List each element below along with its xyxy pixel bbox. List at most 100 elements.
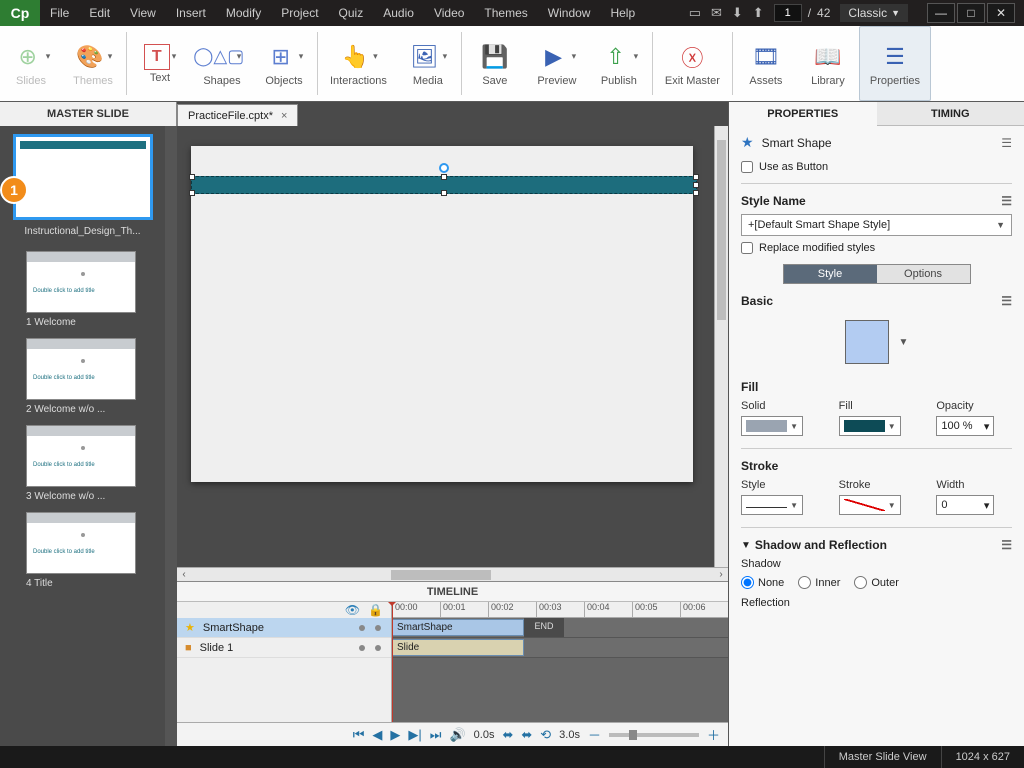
use-as-button-checkbox[interactable]: Use as Button bbox=[741, 161, 1012, 173]
mail-icon[interactable]: ✉ bbox=[711, 5, 722, 21]
opacity-input[interactable]: 100 %▾ bbox=[936, 416, 994, 436]
resize-handle[interactable] bbox=[189, 174, 195, 180]
resize-handle[interactable] bbox=[441, 190, 447, 196]
tl-sound-icon[interactable]: 🔊 bbox=[449, 727, 465, 743]
panel-menu-icon[interactable]: ☰ bbox=[1001, 194, 1012, 208]
panel-menu-icon[interactable]: ☰ bbox=[1001, 538, 1012, 552]
tab-timing[interactable]: TIMING bbox=[877, 102, 1024, 126]
style-name-select[interactable]: +[Default Smart Shape Style]▼ bbox=[741, 214, 1012, 236]
timeline-track[interactable]: SmartShape END bbox=[392, 618, 728, 638]
maximize-button[interactable]: □ bbox=[957, 3, 985, 23]
menu-edit[interactable]: Edit bbox=[79, 6, 120, 20]
fill-color-select[interactable]: ▼ bbox=[839, 416, 901, 436]
tl-snap-icon[interactable]: ⬌ bbox=[502, 727, 513, 743]
tab-properties[interactable]: PROPERTIES bbox=[729, 102, 877, 126]
tl-loop-icon[interactable]: ⟲ bbox=[540, 727, 551, 743]
canvas-viewport[interactable] bbox=[185, 140, 712, 567]
slide-scrollbar[interactable] bbox=[165, 126, 177, 746]
ribbon-objects[interactable]: ⊞▾ Objects bbox=[253, 26, 315, 101]
child-slide-thumb[interactable]: Double click to add title3 Welcome w/o .… bbox=[26, 425, 159, 502]
tl-play-icon[interactable]: ▶ bbox=[390, 727, 400, 743]
close-icon[interactable]: × bbox=[281, 110, 287, 122]
document-tab[interactable]: PracticeFile.cptx* × bbox=[177, 104, 298, 126]
timeline-track[interactable]: Slide bbox=[392, 638, 728, 658]
segment-style[interactable]: Style bbox=[784, 265, 877, 283]
timeline-clip-slide[interactable]: Slide bbox=[392, 639, 524, 656]
child-slide-thumb[interactable]: Double click to add title1 Welcome bbox=[26, 251, 159, 328]
chevron-down-icon[interactable]: ▼ bbox=[899, 337, 909, 348]
ribbon-text[interactable]: T▾ Text bbox=[129, 26, 191, 101]
lock-icon[interactable]: 🔒 bbox=[368, 603, 383, 617]
panel-menu-icon[interactable]: ☰ bbox=[1001, 294, 1012, 308]
menu-view[interactable]: View bbox=[120, 6, 166, 20]
menu-quiz[interactable]: Quiz bbox=[329, 6, 374, 20]
ribbon-save[interactable]: 💾 Save bbox=[464, 26, 526, 101]
selected-shape[interactable] bbox=[191, 176, 697, 194]
resize-handle[interactable] bbox=[693, 174, 699, 180]
tl-first-icon[interactable]: ⏮ bbox=[353, 727, 365, 743]
resize-handle[interactable] bbox=[441, 174, 447, 180]
ribbon-shapes[interactable]: ◯△▢▾ Shapes bbox=[191, 26, 253, 101]
ribbon-exit-master[interactable]: ⓧ Exit Master bbox=[655, 26, 730, 101]
menu-audio[interactable]: Audio bbox=[373, 6, 424, 20]
tl-next-icon[interactable]: ▶| bbox=[408, 727, 421, 743]
menu-video[interactable]: Video bbox=[424, 6, 474, 20]
segment-options[interactable]: Options bbox=[877, 265, 970, 283]
page-current-input[interactable] bbox=[774, 4, 802, 22]
ribbon-preview[interactable]: ▶▾ Preview bbox=[526, 26, 588, 101]
tl-zoomin-icon[interactable]: ＋ bbox=[707, 725, 720, 744]
minimize-button[interactable]: — bbox=[927, 3, 955, 23]
timeline-tracks[interactable]: 00:0000:0100:0200:0300:0400:0500:06 Smar… bbox=[392, 602, 728, 722]
child-slide-thumb[interactable]: Double click to add title4 Title bbox=[26, 512, 159, 589]
timeline-playhead[interactable] bbox=[392, 602, 393, 722]
ribbon-media[interactable]: 🖼▾ Media bbox=[397, 26, 459, 101]
scroll-left-icon[interactable]: ‹ bbox=[177, 569, 191, 580]
canvas-vscrollbar[interactable] bbox=[714, 126, 728, 567]
shadow-outer-radio[interactable]: Outer bbox=[854, 576, 899, 589]
canvas-hscrollbar[interactable]: ‹ › bbox=[177, 567, 728, 581]
menu-modify[interactable]: Modify bbox=[216, 6, 271, 20]
resize-handle[interactable] bbox=[189, 190, 195, 196]
resize-handle[interactable] bbox=[693, 190, 699, 196]
close-button[interactable]: ✕ bbox=[987, 3, 1015, 23]
download-icon[interactable]: ⬇ bbox=[732, 5, 743, 21]
ribbon-slides[interactable]: ⊕▾ Slides bbox=[0, 26, 62, 101]
stroke-style-select[interactable]: ▼ bbox=[741, 495, 803, 515]
replace-styles-checkbox[interactable]: Replace modified styles bbox=[741, 242, 1012, 254]
child-slide-thumb[interactable]: Double click to add title2 Welcome w/o .… bbox=[26, 338, 159, 415]
timeline-clip-smartshape[interactable]: SmartShape bbox=[392, 619, 524, 636]
menu-project[interactable]: Project bbox=[271, 6, 328, 20]
layout-icon[interactable]: ▭ bbox=[689, 5, 701, 21]
ribbon-publish[interactable]: ⇧▾ Publish bbox=[588, 26, 650, 101]
menu-file[interactable]: File bbox=[40, 6, 79, 20]
tl-zoomout-icon[interactable]: － bbox=[588, 725, 601, 744]
scroll-right-icon[interactable]: › bbox=[714, 569, 728, 580]
menu-themes[interactable]: Themes bbox=[474, 6, 537, 20]
timeline-layer-row[interactable]: ■Slide 1 bbox=[177, 638, 391, 658]
ribbon-interactions[interactable]: 👆▾ Interactions bbox=[320, 26, 397, 101]
ribbon-assets[interactable]: 🎞 Assets bbox=[735, 26, 797, 101]
ribbon-themes[interactable]: 🎨▾ Themes bbox=[62, 26, 124, 101]
eye-icon[interactable]: 👁 bbox=[345, 603, 360, 617]
ribbon-library[interactable]: 📖 Library bbox=[797, 26, 859, 101]
rotate-handle[interactable] bbox=[439, 163, 449, 173]
solid-select[interactable]: ▼ bbox=[741, 416, 803, 436]
stroke-width-input[interactable]: 0▾ bbox=[936, 495, 994, 515]
panel-menu-icon[interactable]: ☰ bbox=[1001, 136, 1012, 150]
basic-swatch[interactable] bbox=[845, 320, 889, 364]
slide-canvas[interactable] bbox=[191, 146, 693, 482]
tl-prev-icon[interactable]: ◀ bbox=[372, 727, 382, 743]
shadow-none-radio[interactable]: None bbox=[741, 576, 784, 589]
shadow-inner-radio[interactable]: Inner bbox=[798, 576, 840, 589]
tl-snap2-icon[interactable]: ⬌ bbox=[521, 727, 532, 743]
ribbon-properties[interactable]: ☰ Properties bbox=[859, 26, 931, 101]
menu-insert[interactable]: Insert bbox=[166, 6, 216, 20]
resize-handle[interactable] bbox=[693, 182, 699, 188]
upload-icon[interactable]: ⬆ bbox=[753, 5, 764, 21]
tl-last-icon[interactable]: ⏭ bbox=[430, 727, 442, 743]
master-slide-thumb[interactable]: Instructional_Design_Th... 1 bbox=[6, 134, 159, 237]
menu-help[interactable]: Help bbox=[600, 6, 645, 20]
workspace-selector[interactable]: Classic ▼ bbox=[840, 4, 908, 22]
menu-window[interactable]: Window bbox=[538, 6, 601, 20]
timeline-layer-row[interactable]: ★SmartShape bbox=[177, 618, 391, 638]
